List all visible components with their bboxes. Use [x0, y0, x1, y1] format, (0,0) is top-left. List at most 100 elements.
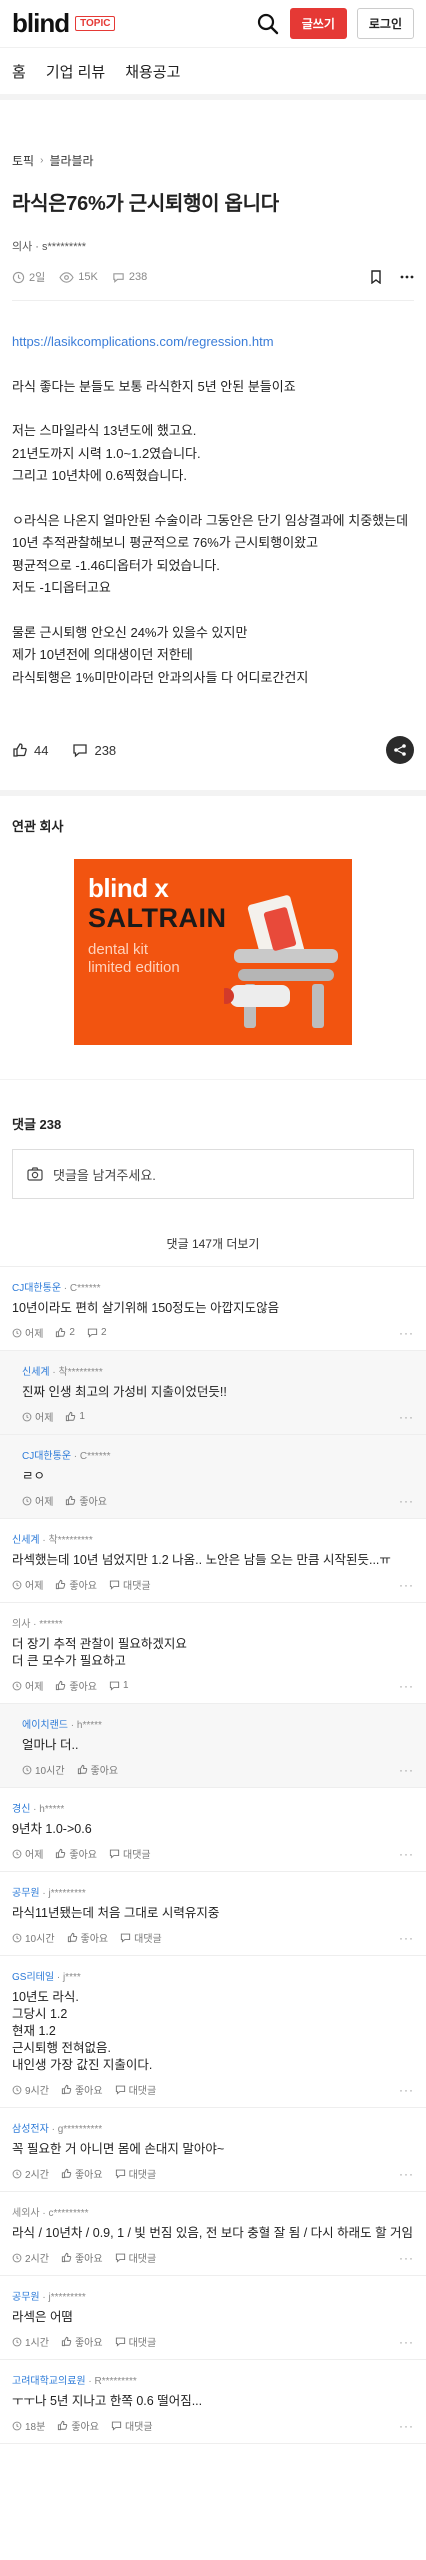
like-button[interactable]: 44 — [12, 742, 48, 758]
more-options-icon[interactable]: ··· — [399, 2335, 414, 2349]
thumbs-up-icon — [61, 2084, 72, 2095]
comment-author[interactable]: CJ대한통운 · C****** — [12, 1279, 414, 1294]
nav-home[interactable]: 홈 — [12, 61, 26, 82]
comment-author[interactable]: 삼성전자 · g********** — [12, 2120, 414, 2135]
login-button[interactable]: 로그인 — [356, 8, 414, 39]
source-link[interactable]: https://lasikcomplications.com/regressio… — [12, 331, 414, 354]
comment-author[interactable]: 신세계 · 착********* — [12, 1531, 414, 1546]
comment-meta: 10시간 좋아요 ··· — [22, 1762, 414, 1777]
top-header: blind TOPIC 글쓰기 로그인 — [0, 0, 426, 48]
comment-item: 공무원 · j********* 라식11년됐는데 처음 그대로 시력유지중 10시… — [0, 1872, 426, 1956]
comment-meta: 2시간 좋아요 대댓글 ··· — [12, 2250, 414, 2265]
load-more-comments[interactable]: 댓글 147개 더보기 — [0, 1199, 426, 1267]
thumbs-up-icon — [58, 2420, 68, 2431]
comment-like-button[interactable]: 좋아요 — [55, 1678, 97, 1693]
clock-icon — [12, 2337, 22, 2346]
more-options-icon[interactable]: ··· — [399, 1578, 414, 1592]
nav-jobs[interactable]: 채용공고 — [125, 61, 180, 82]
post-meta: 2일 15K 238 — [12, 268, 414, 286]
comment-icon — [109, 1849, 120, 1859]
breadcrumb: 토픽 › 블라블라 — [12, 100, 414, 169]
more-options-icon[interactable]: ··· — [399, 2419, 414, 2433]
ad-brand: SALTRAIN — [88, 903, 227, 933]
thumbs-up-icon — [66, 1411, 76, 1422]
comment-input[interactable]: 댓글을 남겨주세요. — [12, 1149, 414, 1199]
more-options-icon[interactable]: ··· — [399, 2167, 414, 2181]
comment-reply-button[interactable]: 대댓글 — [120, 1930, 162, 1945]
comment-time: 어제 — [22, 1493, 53, 1508]
comment-button[interactable]: 238 — [72, 742, 116, 758]
comment-like-button[interactable]: 좋아요 — [61, 2250, 103, 2265]
comment-like-button[interactable]: 좋아요 — [77, 1762, 118, 1777]
comment-reply-button[interactable]: 대댓글 — [111, 2418, 153, 2433]
comment-like-button[interactable]: 2 — [55, 1327, 75, 1338]
comment-like-button[interactable]: 1 — [65, 1411, 85, 1422]
clock-icon — [12, 1580, 22, 1589]
more-options-icon[interactable]: ··· — [399, 2251, 414, 2265]
comment-reply-button[interactable]: 1 — [109, 1680, 129, 1691]
comment-time: 어제 — [22, 1409, 53, 1424]
comment-author[interactable]: 고려대학교의료원 · R********* — [12, 2372, 414, 2387]
more-options-icon[interactable] — [400, 275, 414, 279]
comment-reply-button[interactable]: 대댓글 — [115, 2082, 156, 2097]
comment-author[interactable]: 공무원 · j********* — [12, 1884, 414, 1899]
comment-reply-button[interactable]: 대댓글 — [115, 2334, 156, 2349]
more-options-icon[interactable]: ··· — [399, 1326, 414, 1340]
comment-author[interactable]: GS리테일 · j**** — [12, 1968, 414, 1983]
thumbs-up-icon — [61, 2336, 72, 2347]
comment-like-button[interactable]: 좋아요 — [55, 1846, 97, 1861]
comment-text: ㅜㅜ나 5년 지나고 한쪽 0.6 떨어짐... — [12, 2394, 203, 2408]
post-time: 2일 — [12, 269, 45, 285]
more-options-icon[interactable]: ··· — [399, 1847, 414, 1861]
comment-reply-button[interactable]: 대댓글 — [109, 1577, 151, 1592]
write-button[interactable]: 글쓰기 — [289, 8, 347, 39]
related-company-title: 연관 회사 — [12, 819, 64, 834]
comment-reply-button[interactable]: 대댓글 — [115, 2166, 156, 2181]
more-options-icon[interactable]: ··· — [399, 1410, 414, 1424]
comment-icon — [109, 1580, 120, 1590]
comment-reply-button[interactable]: 대댓글 — [109, 1846, 151, 1861]
comment-author[interactable]: 에이치랜드 · h***** — [22, 1716, 414, 1731]
more-options-icon[interactable]: ··· — [399, 1494, 414, 1508]
comment-like-button[interactable]: 좋아요 — [61, 2166, 103, 2181]
comment-author[interactable]: 의사 · ****** — [12, 1615, 414, 1630]
body-paragraph: 라식퇴행은 1%미만이라던 안과의사들 다 어디로간건지 — [12, 669, 309, 685]
comment-like-button[interactable]: 좋아요 — [57, 2418, 99, 2433]
comment-author[interactable]: 신세계 · 착********* — [22, 1363, 414, 1378]
breadcrumb-topic[interactable]: 토픽 — [12, 152, 34, 169]
ad-banner[interactable]: blind x SALTRAIN dental kit limited edit… — [74, 859, 352, 1045]
comment-like-button[interactable]: 좋아요 — [61, 2334, 103, 2349]
comment-like-button[interactable]: 좋아요 — [65, 1493, 107, 1508]
body-paragraph: 21년도까지 시력 1.0~1.2였습니다. — [12, 445, 201, 461]
blind-logo[interactable]: blind — [12, 8, 70, 39]
comment-reply-button[interactable]: 2 — [87, 1327, 107, 1338]
comment-text: 라섹은 어뗨 — [12, 2310, 73, 2324]
comment-time: 10시간 — [22, 1762, 65, 1777]
more-options-icon[interactable]: ··· — [399, 1679, 414, 1693]
more-options-icon[interactable]: ··· — [399, 2083, 414, 2097]
comment-icon — [87, 1328, 98, 1338]
body-paragraph: ㅇ라식은 나온지 얼마안된 수술이라 그동안은 단기 임상결과에 치중했는데 — [12, 512, 409, 528]
comment-icon — [109, 1681, 120, 1691]
ad-subtitle: dental kit limited edition — [88, 941, 180, 976]
breadcrumb-board[interactable]: 블라블라 — [49, 152, 93, 169]
comment-like-button[interactable]: 좋아요 — [67, 1930, 108, 1945]
share-button[interactable] — [386, 736, 414, 764]
more-options-icon[interactable]: ··· — [399, 1931, 414, 1945]
comment-icon — [115, 2253, 125, 2263]
nav-company-reviews[interactable]: 기업 리뷰 — [46, 61, 105, 82]
comment-time: 2시간 — [12, 2250, 49, 2265]
search-icon[interactable] — [256, 12, 280, 36]
comment-like-button[interactable]: 좋아요 — [55, 1577, 97, 1592]
comment-item: 신세계 · 착********* 라섹했는데 10년 넘었지만 1.2 나옴.. … — [0, 1519, 426, 1603]
thumbs-up-icon — [77, 1764, 87, 1775]
comment-author[interactable]: 경신 · h***** — [12, 1800, 414, 1815]
comment-like-button[interactable]: 좋아요 — [61, 2082, 103, 2097]
comment-reply-button[interactable]: 대댓글 — [115, 2250, 156, 2265]
bookmark-icon[interactable] — [370, 270, 382, 284]
comment-author[interactable]: 세외사 · c********* — [12, 2204, 414, 2219]
comment-author[interactable]: CJ대한통운 · C****** — [22, 1447, 414, 1462]
thumbs-up-icon — [56, 1579, 66, 1590]
comment-author[interactable]: 공무원 · j********* — [12, 2288, 414, 2303]
more-options-icon[interactable]: ··· — [399, 1763, 414, 1777]
